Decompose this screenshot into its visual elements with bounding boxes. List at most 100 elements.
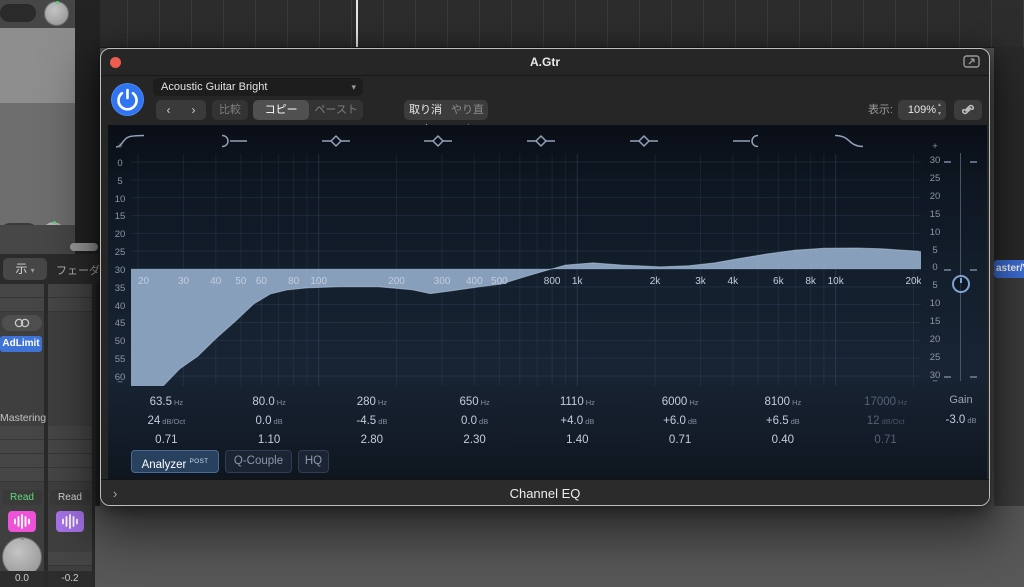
volume-value[interactable]: 0.0 (0, 571, 44, 587)
freq-tick-label: 30 (178, 276, 190, 287)
scale-tick: 35 (108, 283, 132, 295)
master-gain-readout[interactable]: Gain -3.0dB (921, 391, 990, 430)
copy-button[interactable]: コピー (253, 100, 309, 120)
q-couple-toggle[interactable]: Q-Couple (225, 450, 292, 473)
copy-paste-group: コピー ペースト (253, 100, 363, 120)
scale-tick: 25 (108, 247, 132, 259)
expand-button[interactable] (963, 55, 980, 68)
mixer-area: AdLimit Mastering Read 0.0 Read (0, 284, 96, 587)
band-1-readout[interactable]: 63.5Hz24dB/Oct0.71 (115, 393, 218, 449)
background-plugin-footer (0, 225, 75, 254)
background-plugin-header (0, 0, 75, 28)
low-shelf-icon (218, 133, 248, 149)
band-gain: +6.0dB (629, 412, 732, 431)
freq-tick-label: 10k (828, 276, 845, 287)
zoom-stepper[interactable]: 109% ▲▼ (898, 100, 946, 120)
channel-eq-window: A.Gtr Acoustic Guitar Bright ▾ ‹ › 比較 コピ… (100, 48, 990, 506)
playhead-line (356, 0, 358, 47)
scale-tick: 15 (923, 209, 947, 221)
scale-tick: 10 (108, 194, 132, 206)
master-track-label[interactable]: aster/V (994, 260, 1024, 278)
channel-strip: Read -0.2 (48, 284, 92, 587)
window-title: A.Gtr (101, 49, 989, 75)
analyzer-mode: POST (190, 458, 209, 465)
freq-tick-label: 40 (210, 276, 222, 287)
band-2-readout[interactable]: 80.0Hz0.0dB1.10 (218, 393, 321, 449)
bell-band-button[interactable] (629, 133, 732, 151)
link-icon (961, 103, 975, 116)
freq-tick-label: 2k (650, 276, 662, 287)
band-4-readout[interactable]: 650Hz0.0dB2.30 (423, 393, 526, 449)
band-q: 2.80 (321, 431, 424, 449)
low-pass-band-button[interactable] (834, 133, 937, 151)
preset-nav: ‹ › (156, 100, 206, 120)
hq-toggle[interactable]: HQ (298, 450, 329, 473)
bell-band-button[interactable] (526, 133, 629, 151)
freq-tick-label: 20 (138, 276, 150, 287)
scale-plus: + (108, 141, 132, 153)
channel-strip: AdLimit Mastering Read 0.0 (0, 284, 44, 587)
power-icon (111, 83, 144, 116)
freq-tick-label: 3k (695, 276, 707, 287)
band-6-readout[interactable]: 6000Hz+6.0dB0.71 (629, 393, 732, 449)
high-shelf-band-button[interactable] (732, 133, 835, 151)
automation-read-button[interactable]: Read (2, 490, 42, 505)
link-button[interactable] (954, 100, 982, 120)
linked-circles-icon (11, 317, 33, 329)
track-icon-button[interactable] (8, 511, 36, 532)
track-icon-button[interactable] (56, 511, 84, 532)
undo-button[interactable]: 取り消す (404, 100, 447, 120)
linked-circles-button[interactable] (2, 315, 42, 331)
band-5-readout[interactable]: 1110Hz+4.0dB1.40 (526, 393, 629, 449)
band-3-readout[interactable]: 280Hz-4.5dB2.80 (321, 393, 424, 449)
background-slider[interactable] (0, 4, 36, 22)
band-frequency: 650Hz (423, 393, 526, 412)
freq-tick-label: 80 (288, 276, 300, 287)
bell-band-button[interactable] (423, 133, 526, 151)
background-knob[interactable] (44, 1, 69, 26)
band-7-readout[interactable]: 8100Hz+6.5dB0.40 (732, 393, 835, 449)
band-gain: -4.5dB (321, 412, 424, 431)
workspace-background (95, 506, 1024, 587)
bell-icon (629, 133, 659, 149)
band-frequency: 63.5Hz (115, 393, 218, 412)
band-gain: 24dB/Oct (115, 412, 218, 431)
automation-read-button[interactable]: Read (50, 490, 90, 505)
scale-tick: 20 (923, 334, 947, 346)
band-frequency: 280Hz (321, 393, 424, 412)
bell-icon (321, 133, 351, 149)
gain-label: Gain (921, 391, 990, 409)
scale-minus: − (108, 377, 132, 389)
window-titlebar[interactable]: A.Gtr (101, 49, 989, 76)
mastering-label: Mastering (0, 412, 44, 424)
paste-button[interactable]: ペースト (309, 100, 363, 120)
gain-slider-track[interactable] (960, 153, 961, 381)
band-icons-row (115, 133, 937, 151)
eq-display: +051015202530354045505560− 2030405060801… (108, 125, 987, 479)
analyzer-toggle[interactable]: Analyzer POST (131, 450, 219, 473)
adlimit-plugin-slot[interactable]: AdLimit (0, 336, 42, 352)
low-shelf-band-button[interactable] (218, 133, 321, 151)
timeline-background (0, 0, 1024, 48)
band-frequency: 80.0Hz (218, 393, 321, 412)
eq-graph[interactable]: 2030405060801002003004005008001k2k3k4k6k… (131, 154, 921, 386)
volume-value[interactable]: -0.2 (48, 571, 92, 587)
preset-name: Acoustic Guitar Bright (161, 81, 267, 93)
bell-band-button[interactable] (321, 133, 424, 151)
freq-tick-label: 8k (805, 276, 817, 287)
redo-button[interactable]: やり直す (447, 100, 488, 120)
gain-slider-knob[interactable] (952, 275, 970, 293)
next-preset-button[interactable]: › (181, 100, 206, 120)
power-button[interactable] (111, 83, 144, 116)
band-readouts: 63.5Hz24dB/Oct0.7180.0Hz0.0dB1.10280Hz-4… (115, 393, 937, 449)
scale-tick: 15 (923, 316, 947, 328)
prev-preset-button[interactable]: ‹ (156, 100, 181, 120)
preset-dropdown[interactable]: Acoustic Guitar Bright ▾ (153, 78, 363, 96)
compare-button[interactable]: 比較 (212, 100, 248, 120)
slider-tick (970, 269, 977, 271)
view-menu-button[interactable]: 示 ▾ (3, 258, 47, 280)
horizontal-scrollbar[interactable] (70, 243, 98, 251)
waveform-icon (60, 514, 80, 529)
expand-icon (963, 55, 980, 68)
scale-tick: 50 (108, 336, 132, 348)
